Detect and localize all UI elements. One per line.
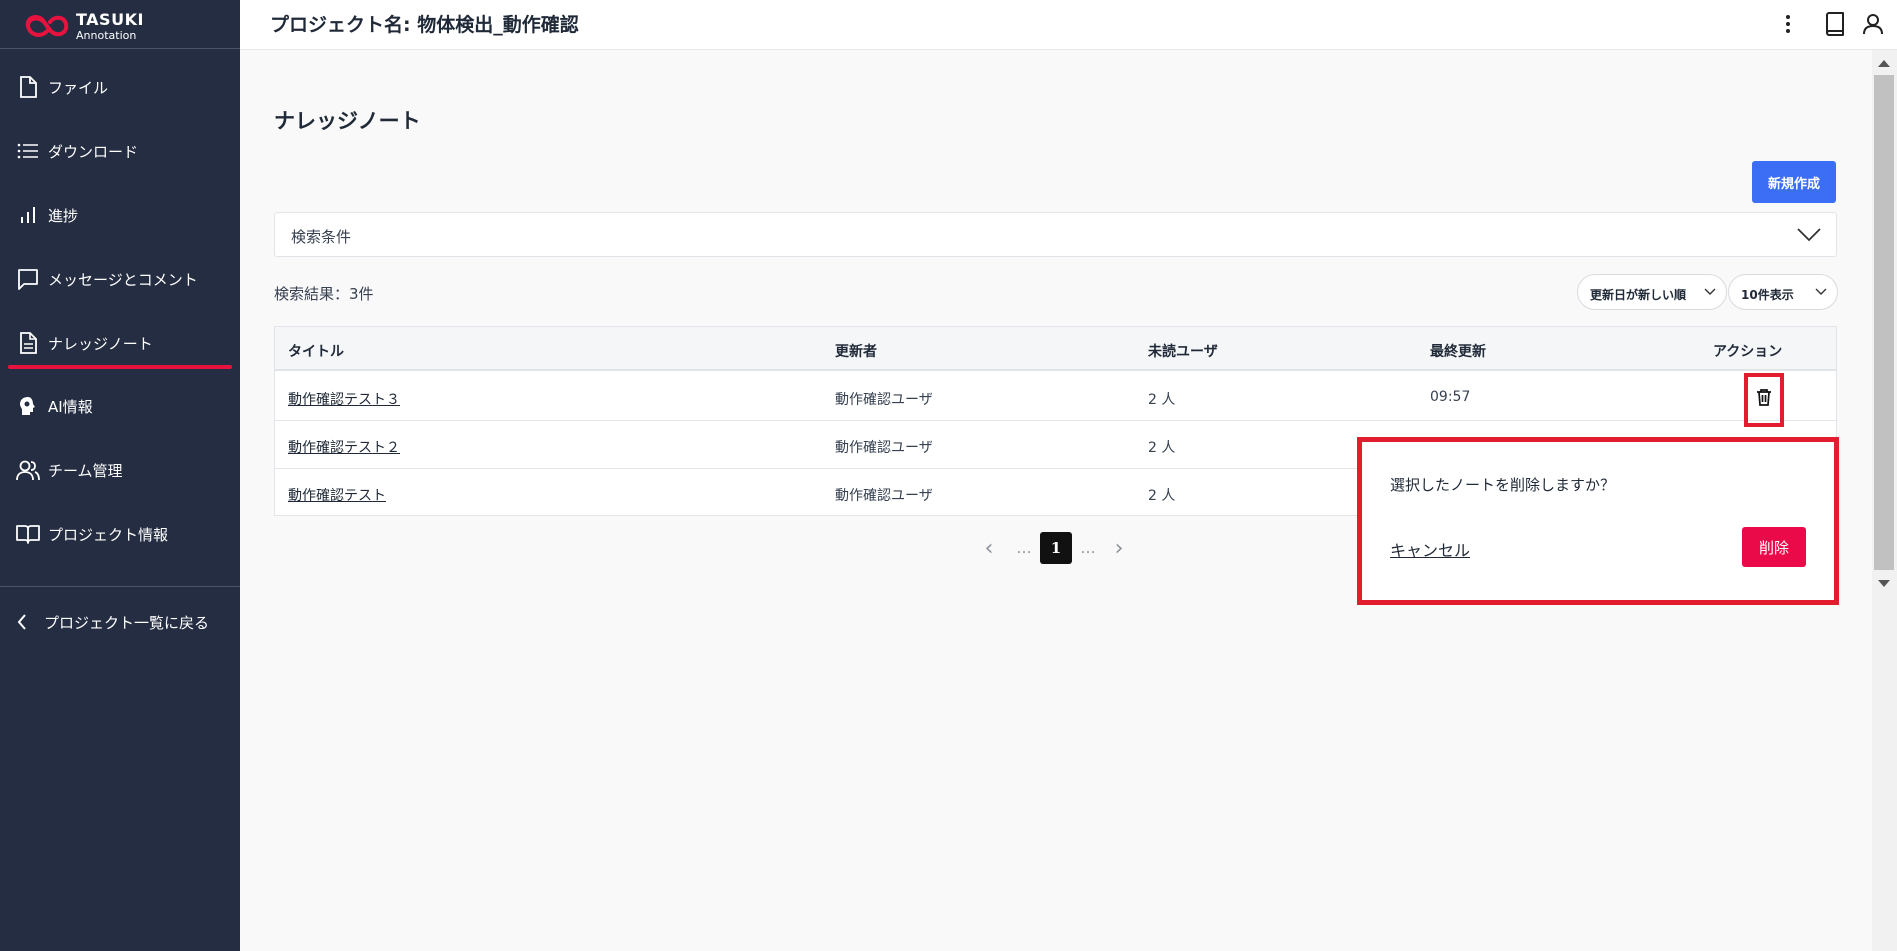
logo-title: TASUKI: [76, 9, 144, 29]
column-header-action: アクション: [1713, 344, 1783, 360]
column-header-last-updated: 最終更新: [1430, 344, 1486, 360]
book-icon[interactable]: [1822, 11, 1848, 37]
ai-head-icon: [16, 394, 40, 418]
new-note-button[interactable]: 新規作成: [1752, 161, 1836, 203]
sidebar-item-file[interactable]: ファイル: [0, 67, 240, 107]
back-to-projects-link[interactable]: プロジェクト一覧に戻る: [0, 602, 240, 642]
pagination-prev[interactable]: ‹: [982, 532, 996, 564]
active-indicator: [8, 365, 232, 369]
sidebar-item-label: プロジェクト情報: [48, 525, 169, 544]
divider: [0, 586, 240, 587]
sidebar-item-ai-info[interactable]: AI情報: [0, 386, 240, 426]
bar-chart-icon: [16, 203, 40, 227]
pagination-ellipsis: …: [1016, 539, 1032, 557]
delete-confirm-popup: 選択したノートを削除しますか？ キャンセル 削除: [1357, 437, 1839, 605]
note-updater: 動作確認ユーザ: [835, 440, 933, 456]
pagination-ellipsis: …: [1080, 539, 1096, 557]
per-page-select[interactable]: 10件表示: [1728, 274, 1838, 310]
note-title-link[interactable]: 動作確認テスト３: [288, 389, 400, 409]
file-icon: [16, 75, 40, 99]
table-row: 動作確認テスト３ 動作確認ユーザ 2 人 09:57: [275, 373, 1836, 427]
results-count: 検索結果：3件: [274, 285, 374, 303]
sidebar-item-download[interactable]: ダウンロード: [0, 131, 240, 171]
sidebar-item-label: AI情報: [48, 397, 93, 416]
sidebar: TASUKI Annotation ファイル ダウンロード 進捗 メッセージとコ…: [0, 0, 240, 951]
book-icon: [16, 522, 40, 546]
column-header-updater: 更新者: [835, 344, 877, 360]
pagination-page-current[interactable]: 1: [1040, 532, 1072, 564]
more-vertical-icon[interactable]: [1775, 11, 1801, 37]
chat-icon: [16, 267, 40, 291]
back-label: プロジェクト一覧に戻る: [44, 613, 210, 632]
logo-subtitle: Annotation: [76, 28, 137, 42]
chevron-down-icon: [1704, 288, 1716, 295]
users-icon: [16, 458, 40, 482]
column-header-unread: 未読ユーザ: [1148, 344, 1218, 360]
note-updater: 動作確認ユーザ: [835, 488, 933, 504]
divider: [0, 48, 240, 49]
note-title-link[interactable]: 動作確認テスト: [288, 485, 386, 505]
chevron-left-icon: [10, 610, 34, 634]
sidebar-item-label: ファイル: [48, 78, 109, 97]
trash-highlight-box: [1744, 373, 1784, 427]
page-title: プロジェクト名: 物体検出_動作確認: [270, 14, 579, 36]
sidebar-item-messages[interactable]: メッセージとコメント: [0, 259, 240, 299]
note-unread-users: 2 人: [1148, 488, 1176, 504]
sidebar-item-label: 進捗: [48, 206, 79, 225]
note-title-link[interactable]: 動作確認テスト２: [288, 437, 400, 457]
tasuki-logo-icon: [25, 15, 69, 37]
note-unread-users: 2 人: [1148, 392, 1176, 408]
sort-select[interactable]: 更新日が新しい順: [1577, 274, 1727, 310]
table-header: タイトル 更新者 未読ユーザ 最終更新 アクション: [275, 327, 1836, 371]
note-updater: 動作確認ユーザ: [835, 392, 933, 408]
search-conditions-label: 検索条件: [291, 228, 352, 246]
sidebar-item-label: ナレッジノート: [48, 334, 153, 353]
scrollbar[interactable]: [1872, 50, 1897, 951]
section-heading: ナレッジノート: [274, 109, 421, 133]
delete-confirm-message: 選択したノートを削除しますか？: [1390, 476, 1616, 494]
document-icon: [16, 331, 40, 355]
cancel-button[interactable]: キャンセル: [1390, 537, 1470, 561]
scrollbar-thumb[interactable]: [1874, 75, 1894, 570]
sidebar-item-team[interactable]: チーム管理: [0, 450, 240, 490]
sidebar-item-progress[interactable]: 進捗: [0, 195, 240, 235]
pagination-next[interactable]: ›: [1112, 532, 1126, 564]
sidebar-item-project-info[interactable]: プロジェクト情報: [0, 514, 240, 554]
sidebar-item-knowledge-note[interactable]: ナレッジノート: [0, 323, 240, 363]
user-icon[interactable]: [1860, 11, 1886, 37]
sidebar-item-label: メッセージとコメント: [48, 270, 198, 289]
note-unread-users: 2 人: [1148, 440, 1176, 456]
note-last-updated: 09:57: [1430, 389, 1471, 405]
logo[interactable]: TASUKI Annotation: [22, 6, 144, 46]
chevron-down-icon: [1797, 228, 1821, 242]
chevron-down-icon: [1815, 288, 1827, 295]
search-conditions-panel[interactable]: 検索条件: [274, 212, 1837, 257]
sort-select-value: 更新日が新しい順: [1590, 288, 1687, 302]
sidebar-item-label: ダウンロード: [48, 142, 139, 161]
scroll-down-arrow-icon[interactable]: [1878, 580, 1890, 587]
top-header: プロジェクト名: 物体検出_動作確認: [240, 0, 1897, 50]
list-icon: [16, 139, 40, 163]
scroll-up-arrow-icon[interactable]: [1878, 60, 1890, 67]
per-page-select-value: 10件表示: [1741, 288, 1794, 302]
delete-button[interactable]: 削除: [1742, 527, 1806, 567]
column-header-title: タイトル: [288, 344, 344, 360]
sidebar-item-label: チーム管理: [48, 461, 123, 480]
